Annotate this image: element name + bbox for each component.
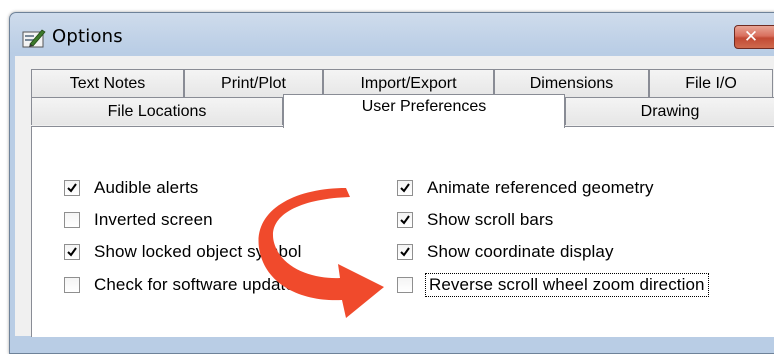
checkmark-icon xyxy=(67,183,77,193)
tab-label: File Locations xyxy=(107,102,207,120)
checkbox-unchecked[interactable] xyxy=(64,212,80,228)
option-label: Reverse scroll wheel zoom direction xyxy=(425,273,709,297)
tab-file-locations[interactable]: File Locations xyxy=(31,97,283,125)
user-preferences-panel xyxy=(31,126,774,337)
close-button[interactable]: ✕ xyxy=(734,25,774,49)
option-show-coordinate-display[interactable]: Show coordinate display xyxy=(397,242,614,262)
option-audible-alerts[interactable]: Audible alerts xyxy=(64,178,198,198)
option-inverted-screen[interactable]: Inverted screen xyxy=(64,210,213,230)
option-show-scroll-bars[interactable]: Show scroll bars xyxy=(397,210,553,230)
tab-label: Import/Export xyxy=(360,74,457,92)
tab-print-plot[interactable]: Print/Plot xyxy=(184,69,323,97)
checkbox-checked[interactable] xyxy=(397,180,413,196)
tab-label: Text Notes xyxy=(69,74,146,92)
tab-dimensions[interactable]: Dimensions xyxy=(494,69,649,97)
tab-label: File I/O xyxy=(685,74,737,92)
checkmark-icon xyxy=(400,215,410,225)
tab-import-export[interactable]: Import/Export xyxy=(323,69,494,97)
option-animate-referenced-geometry[interactable]: Animate referenced geometry xyxy=(397,178,654,198)
checkmark-icon xyxy=(67,247,77,257)
option-label: Audible alerts xyxy=(94,178,199,197)
option-reverse-scroll-wheel-zoom-direction[interactable]: Reverse scroll wheel zoom direction xyxy=(397,273,709,297)
close-icon: ✕ xyxy=(743,27,759,47)
tab-user-preferences[interactable]: User Preferences xyxy=(283,94,565,128)
tab-file-io[interactable]: File I/O xyxy=(649,69,773,97)
tab-label: User Preferences xyxy=(361,98,487,115)
tab-label: Dimensions xyxy=(529,74,614,92)
option-label: Show coordinate display xyxy=(427,242,614,261)
option-label: Animate referenced geometry xyxy=(427,178,654,197)
checkbox-unchecked[interactable] xyxy=(397,277,413,293)
checkmark-icon xyxy=(400,183,410,193)
options-app-icon xyxy=(22,29,46,48)
curved-arrow-icon xyxy=(258,188,384,318)
tab-label: Print/Plot xyxy=(221,74,286,92)
checkbox-checked[interactable] xyxy=(64,244,80,260)
checkbox-checked[interactable] xyxy=(397,244,413,260)
tab-label: Drawing xyxy=(640,102,700,120)
checkbox-checked[interactable] xyxy=(64,180,80,196)
tab-drawing[interactable]: Drawing xyxy=(565,97,774,125)
checkbox-checked[interactable] xyxy=(397,212,413,228)
tab-text-notes[interactable]: Text Notes xyxy=(31,69,184,97)
checkbox-unchecked[interactable] xyxy=(64,277,80,293)
option-label: Show scroll bars xyxy=(427,210,554,229)
checkmark-icon xyxy=(400,247,410,257)
window-title: Options xyxy=(52,26,123,47)
option-label: Inverted screen xyxy=(94,210,213,229)
